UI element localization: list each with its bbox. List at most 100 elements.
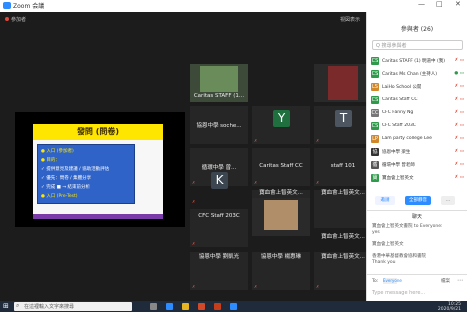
participant-row[interactable]: LS LaiHo School 公開 ✗ ▭ <box>371 82 465 92</box>
slide-line: ● 入口 (參加者) <box>41 149 74 154</box>
file-button[interactable]: 檔案 <box>441 278 450 284</box>
avatar: CS <box>371 122 379 130</box>
video-tile[interactable]: 寶血會上智英文... ✗ <box>314 252 372 290</box>
window-titlebar: Zoom 会議 — □ ✕ <box>0 0 467 12</box>
task-view-icon[interactable] <box>150 303 157 310</box>
participant-row[interactable]: CS Caritas Staff CC ✗ ▭ <box>371 95 465 105</box>
tile-name: 協恩中學 劉凱光 <box>198 254 240 260</box>
start-button[interactable]: ⊞ <box>3 303 9 310</box>
chat-input[interactable]: Type message here... <box>372 290 425 296</box>
slide-title: 發問 (問卷) <box>33 124 163 140</box>
mic-muted-icon[interactable]: ✗ ▭ <box>455 136 464 141</box>
avatar: 循 <box>371 161 379 169</box>
participants-panel: 參與者 (26) Q 搜尋參與者 CS Caritas STAFF (1) 明道… <box>366 12 467 301</box>
zoom-logo-icon <box>3 2 11 9</box>
slide-line: ● 入口 (Pre-Test) <box>41 194 78 199</box>
participant-name: 協恩中學 梁生 <box>382 150 411 155</box>
participant-row[interactable]: CC CFC Fanny Ng ✗ ▭ <box>371 108 465 118</box>
video-tile[interactable]: T ✗ <box>314 106 372 144</box>
video-tile[interactable]: CFC Staff 203C ✗ <box>190 209 248 247</box>
participant-name: CFC Fanny Ng <box>382 110 414 115</box>
participant-name: LaiHo School 公開 <box>382 85 422 90</box>
view-toggle[interactable]: 視図表示 <box>340 16 360 23</box>
shared-screen: 發問 (問卷) ● 入口 (參加者) ● 目的： ✓ 提供意見及建議 / 協助活… <box>15 112 185 227</box>
video-tile[interactable]: K ✗ <box>190 167 248 205</box>
mic-muted-icon[interactable]: ✗ ▭ <box>455 149 464 154</box>
chat-recipient-select[interactable]: Everyone <box>383 278 402 284</box>
mute-all-button[interactable]: 全部靜音 <box>405 196 431 205</box>
participant-name: 寶血會上智英文 <box>382 176 414 181</box>
mic-muted-icon[interactable]: ✗ ▭ <box>455 175 464 180</box>
more-options-button[interactable]: ... <box>441 196 455 205</box>
participant-photo <box>264 200 298 230</box>
taskbar-search-input[interactable]: ⌕ 在這裡輸入文字來搜尋 <box>14 302 132 311</box>
participant-row[interactable]: 寶 寶血會上智英文 ✗ ▭ <box>371 173 465 183</box>
maximize-button[interactable]: □ <box>436 0 443 8</box>
close-button[interactable]: ✕ <box>455 0 461 8</box>
avatar: LP <box>371 135 379 143</box>
slide-footer-bar <box>33 214 163 219</box>
recording-label: 参加者 <box>11 17 27 23</box>
participant-row[interactable]: CS Caritas STAFF (1) 明道中 (我) ✗ ▭ <box>371 56 465 66</box>
avatar: CS <box>371 96 379 104</box>
avatar: K <box>211 172 228 189</box>
video-tile[interactable]: 協恩中學 劉凱光 ✗ <box>190 252 248 290</box>
participant-row[interactable]: CS CFC Staff 203C ✗ ▭ <box>371 121 465 131</box>
minimize-button[interactable]: — <box>418 0 425 8</box>
mic-muted-icon[interactable]: ✗ ▭ <box>455 162 464 167</box>
participant-name: Caritas Staff CC <box>382 97 418 102</box>
chat-message: 寶血會上智英文 <box>372 242 404 247</box>
avatar: 協 <box>371 148 379 156</box>
tile-name: 寶血會上智英文... <box>259 190 303 196</box>
video-tile[interactable]: 協恩中學 楊惠琳 ✗ <box>252 252 310 290</box>
tile-name: 寶血會上智英文... <box>321 234 365 240</box>
video-tile[interactable]: Caritas Staff CC ✗ <box>252 148 310 186</box>
participant-name: CFC Staff 203C <box>382 123 416 128</box>
video-tile[interactable] <box>252 198 310 236</box>
mic-on-icon[interactable]: ● ▭ <box>454 71 464 76</box>
video-tile[interactable]: Y ✗ <box>252 106 310 144</box>
mic-muted-icon: ✗ <box>192 241 196 246</box>
recording-indicator[interactable]: 参加者 <box>5 16 26 23</box>
video-tile[interactable] <box>314 64 372 102</box>
chat-message: 香港中華基督教會協和書院 <box>372 254 426 259</box>
window-title: Zoom 会議 <box>13 3 45 10</box>
mic-muted-icon[interactable]: ✗ ▭ <box>455 58 464 63</box>
invite-button[interactable]: 邀請 <box>375 196 395 205</box>
avatar: Y <box>273 110 290 127</box>
powerpoint-icon[interactable] <box>214 303 221 310</box>
video-tile[interactable]: 寶血會上智英文... <box>314 190 372 228</box>
mic-muted-icon[interactable]: ✗ ▭ <box>455 84 464 89</box>
mic-muted-icon: ✗ <box>192 284 196 289</box>
mic-muted-icon[interactable]: ✗ ▭ <box>455 123 464 128</box>
participant-row[interactable]: 循 循環中學 曾老師 ✗ ▭ <box>371 160 465 170</box>
taskbar-clock[interactable]: 10:25 2020/9/21 <box>438 302 461 312</box>
participant-row[interactable]: LP Lam party college Lee ✗ ▭ <box>371 134 465 144</box>
participant-row[interactable]: CS Caritas Ms Chan (主持人) ● ▭ <box>371 69 465 79</box>
record-dot-icon <box>5 17 9 21</box>
more-icon[interactable]: ⋯ <box>457 277 463 284</box>
mic-muted-icon: ✗ <box>316 138 320 143</box>
zoom-icon[interactable] <box>230 303 237 310</box>
participant-name: 循環中學 曾老師 <box>382 163 415 168</box>
office-icon[interactable] <box>198 303 205 310</box>
slide-content-box: ● 入口 (參加者) ● 目的： ✓ 提供意見及建議 / 協助活動評估 ✓ 優先… <box>37 144 135 204</box>
mic-muted-icon[interactable]: ✗ ▭ <box>455 110 464 115</box>
participant-row[interactable]: 協 協恩中學 梁生 ✗ ▭ <box>371 147 465 157</box>
avatar: CS <box>371 70 379 78</box>
avatar: LS <box>371 83 379 91</box>
video-tile[interactable]: 協恩中學 soche... <box>190 106 248 144</box>
video-tile[interactable]: Caritas STAFF (1... <box>190 64 248 102</box>
participant-name: Lam party college Lee <box>382 136 432 141</box>
panel-divider <box>367 210 467 211</box>
edge-icon[interactable] <box>166 303 173 310</box>
participant-photo <box>200 66 238 92</box>
tile-name: 寶血會上智英文... <box>321 254 365 260</box>
participant-search-input[interactable]: Q 搜尋參與者 <box>372 40 463 50</box>
tile-name: CFC Staff 203C <box>198 213 240 219</box>
folder-icon[interactable] <box>182 303 189 310</box>
mic-muted-icon[interactable]: ✗ ▭ <box>455 97 464 102</box>
slide-line: ✓ 優先：問卷 / 集體分享 <box>41 176 92 181</box>
participant-photo <box>328 66 358 100</box>
video-tile[interactable]: staff 101 ✗ <box>314 148 372 186</box>
